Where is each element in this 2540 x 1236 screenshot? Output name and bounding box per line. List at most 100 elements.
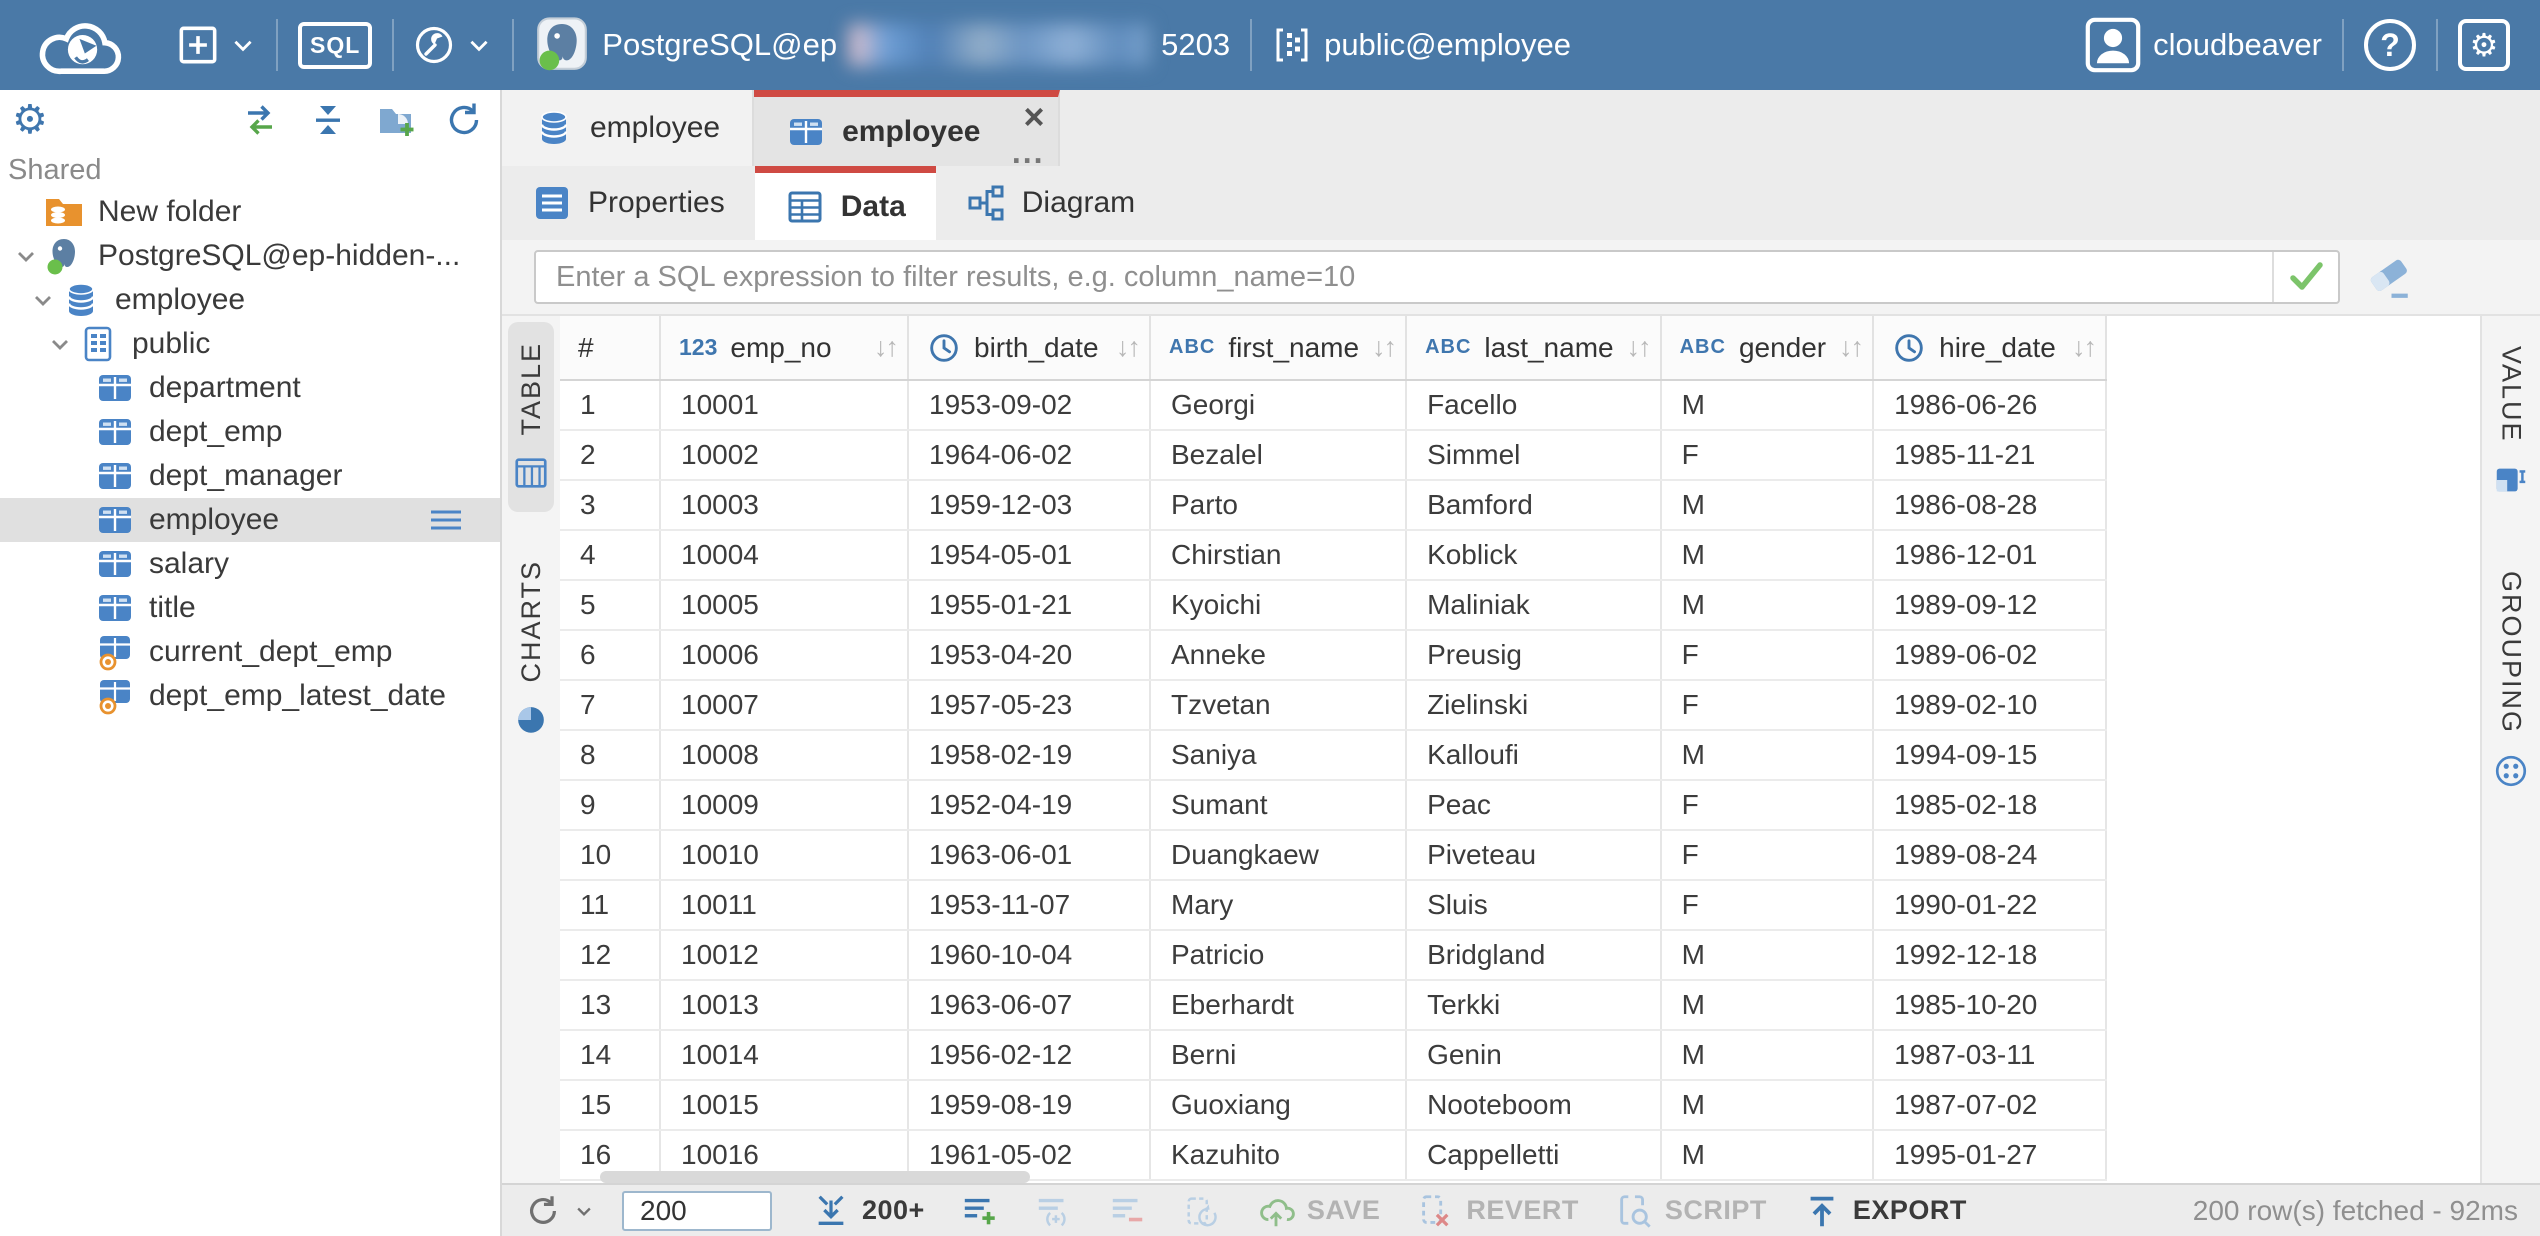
tab-menu-icon[interactable]: ... xyxy=(1012,136,1045,168)
tab-diagram[interactable]: Diagram xyxy=(936,166,1165,240)
grid-cell[interactable]: Anneke xyxy=(1150,630,1406,680)
grid-cell[interactable]: Terkki xyxy=(1406,980,1661,1030)
grid-cell[interactable]: 10003 xyxy=(660,480,908,530)
grid-cell[interactable]: Zielinski xyxy=(1406,680,1661,730)
grid-cell[interactable]: 10006 xyxy=(660,630,908,680)
grid-header-birth_date[interactable]: birth_date↓↑ xyxy=(908,316,1150,380)
tree-item-current-dept-emp[interactable]: current_dept_emp xyxy=(0,630,500,674)
tab-data[interactable]: Data xyxy=(755,166,936,240)
grid-cell[interactable]: Eberhardt xyxy=(1150,980,1406,1030)
filter-clear-button[interactable] xyxy=(2364,252,2414,302)
grid-cell[interactable]: Tzvetan xyxy=(1150,680,1406,730)
grid-rownum-cell[interactable]: 5 xyxy=(560,580,660,630)
grid-cell[interactable]: Kalloufi xyxy=(1406,730,1661,780)
grid-cell[interactable]: 10010 xyxy=(660,830,908,880)
grid-cell[interactable]: Sluis xyxy=(1406,880,1661,930)
grid-cell[interactable]: Peac xyxy=(1406,780,1661,830)
grid-cell[interactable]: Bamford xyxy=(1406,480,1661,530)
grid-cell[interactable]: 1989-02-10 xyxy=(1873,680,2106,730)
grid-cell[interactable]: 1994-09-15 xyxy=(1873,730,2106,780)
grid-cell[interactable]: 1958-02-19 xyxy=(908,730,1150,780)
grid-header-last_name[interactable]: ABClast_name↓↑ xyxy=(1406,316,1661,380)
grid-cell[interactable]: 1963-06-07 xyxy=(908,980,1150,1030)
grid-cell[interactable]: 1987-03-11 xyxy=(1873,1030,2106,1080)
grid-cell[interactable]: Chirstian xyxy=(1150,530,1406,580)
grid-cell[interactable]: 10008 xyxy=(660,730,908,780)
sort-icon[interactable]: ↓↑ xyxy=(874,332,897,363)
grid-cell[interactable]: 1955-01-21 xyxy=(908,580,1150,630)
delete-row-button[interactable] xyxy=(1095,1192,1161,1230)
grid-cell[interactable]: 1992-12-18 xyxy=(1873,930,2106,980)
grid-cell[interactable]: 1990-01-22 xyxy=(1873,880,2106,930)
tree-item-postgresql-ep-hidden-[interactable]: PostgreSQL@ep-hidden-... xyxy=(0,234,500,278)
grid-cell[interactable]: Georgi xyxy=(1150,380,1406,430)
grid-cell[interactable]: M xyxy=(1661,480,1874,530)
grid-rownum-cell[interactable]: 15 xyxy=(560,1080,660,1130)
grid-cell[interactable]: Saniya xyxy=(1150,730,1406,780)
grid-cell[interactable]: Simmel xyxy=(1406,430,1661,480)
connection-selector-button[interactable]: PostgreSQL@ep5203 xyxy=(514,0,1250,90)
grid-rownum-cell[interactable]: 4 xyxy=(560,530,660,580)
grid-cell[interactable]: 1989-09-12 xyxy=(1873,580,2106,630)
grid-cell[interactable]: Kazuhito xyxy=(1150,1130,1406,1180)
grid-rownum-cell[interactable]: 7 xyxy=(560,680,660,730)
sort-icon[interactable]: ↓↑ xyxy=(1116,332,1139,363)
apply-changes-button[interactable] xyxy=(1169,1192,1235,1230)
settings-button[interactable]: ⚙ xyxy=(2438,0,2530,90)
grid-rownum-cell[interactable]: 10 xyxy=(560,830,660,880)
sort-icon[interactable]: ↓↑ xyxy=(1372,332,1395,363)
script-button[interactable]: SCRIPT xyxy=(1601,1192,1781,1230)
grid-cell[interactable]: F xyxy=(1661,830,1874,880)
grid-cell[interactable]: 1985-11-21 xyxy=(1873,430,2106,480)
grid-cell[interactable]: M xyxy=(1661,930,1874,980)
grid-cell[interactable]: M xyxy=(1661,980,1874,1030)
grid-cell[interactable]: M xyxy=(1661,530,1874,580)
tree-item-public[interactable]: public xyxy=(0,322,500,366)
grid-cell[interactable]: 1954-05-01 xyxy=(908,530,1150,580)
tree-item-employee[interactable]: employee xyxy=(0,498,500,542)
grid-cell[interactable]: 10009 xyxy=(660,780,908,830)
grid-cell[interactable]: Mary xyxy=(1150,880,1406,930)
grid-cell[interactable]: M xyxy=(1661,580,1874,630)
grid-header-emp_no[interactable]: 123emp_no↓↑ xyxy=(660,316,908,380)
presentation-tab-table[interactable]: TABLE xyxy=(508,322,554,512)
grid-cell[interactable]: 1963-06-01 xyxy=(908,830,1150,880)
grid-cell[interactable]: 1989-08-24 xyxy=(1873,830,2106,880)
grid-cell[interactable]: Kyoichi xyxy=(1150,580,1406,630)
save-button[interactable]: SAVE xyxy=(1243,1192,1395,1230)
panel-tab-grouping[interactable]: GROUPING xyxy=(2488,557,2534,804)
editor-tab-table-employee[interactable]: employee × ... xyxy=(754,90,1060,166)
grid-cell[interactable]: 1953-11-07 xyxy=(908,880,1150,930)
sort-icon[interactable]: ↓↑ xyxy=(1839,332,1862,363)
grid-cell[interactable]: 1986-06-26 xyxy=(1873,380,2106,430)
tree-item-dept-manager[interactable]: dept_manager xyxy=(0,454,500,498)
tree-item-new-folder[interactable]: New folder xyxy=(0,190,500,234)
grid-cell[interactable]: 10012 xyxy=(660,930,908,980)
grid-rownum-cell[interactable]: 3 xyxy=(560,480,660,530)
grid-cell[interactable]: Berni xyxy=(1150,1030,1406,1080)
grid-rownum-cell[interactable]: 12 xyxy=(560,930,660,980)
grid-rownum-cell[interactable]: 13 xyxy=(560,980,660,1030)
grid-cell[interactable]: M xyxy=(1661,380,1874,430)
grid-cell[interactable]: M xyxy=(1661,730,1874,780)
tree-item-salary[interactable]: salary xyxy=(0,542,500,586)
help-button[interactable]: ? xyxy=(2344,0,2436,90)
grid-cell[interactable]: 10014 xyxy=(660,1030,908,1080)
sql-editor-button[interactable]: SQL xyxy=(278,0,392,90)
grid-cell[interactable]: 1957-05-23 xyxy=(908,680,1150,730)
grid-rownum-cell[interactable]: 14 xyxy=(560,1030,660,1080)
horizontal-scrollbar[interactable] xyxy=(600,1171,1030,1183)
grid-header-gender[interactable]: ABCgender↓↑ xyxy=(1661,316,1874,380)
grid-cell[interactable]: 1953-04-20 xyxy=(908,630,1150,680)
grid-cell[interactable]: 10015 xyxy=(660,1080,908,1130)
grid-cell[interactable]: 10005 xyxy=(660,580,908,630)
grid-cell[interactable]: 1995-01-27 xyxy=(1873,1130,2106,1180)
item-actions-menu-icon[interactable] xyxy=(426,500,466,540)
grid-cell[interactable]: 10004 xyxy=(660,530,908,580)
grid-cell[interactable]: 1964-06-02 xyxy=(908,430,1150,480)
tree-item-title[interactable]: title xyxy=(0,586,500,630)
grid-rownum-cell[interactable]: 6 xyxy=(560,630,660,680)
grid-cell[interactable]: F xyxy=(1661,780,1874,830)
export-button[interactable]: EXPORT xyxy=(1789,1192,1981,1230)
panel-tab-value[interactable]: VALUE xyxy=(2488,332,2534,513)
